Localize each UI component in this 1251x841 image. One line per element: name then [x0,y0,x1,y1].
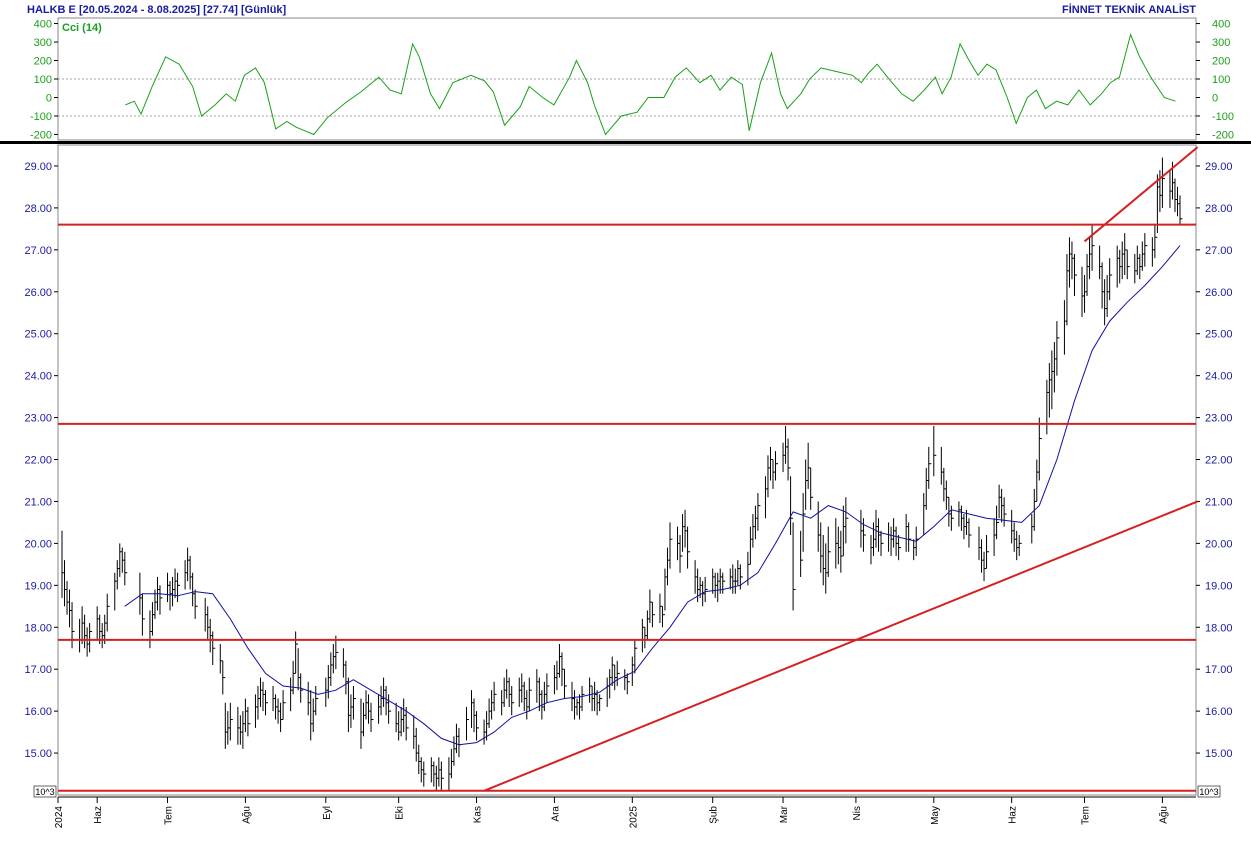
price-tick-label-left: 25.00 [24,329,52,341]
price-tick-label-left: 29.00 [24,161,52,173]
cci-tick-label-right: 100 [1212,74,1230,86]
price-tick-label-right: 17.00 [1205,664,1233,676]
cci-tick-label-right: 300 [1212,37,1230,49]
cci-tick-label-right: -200 [1212,129,1234,141]
date-tick-label: Nis [852,806,863,820]
price-tick-label-right: 21.00 [1205,496,1233,508]
date-tick-label: Şub [709,806,720,824]
price-tick-label-left: 20.00 [24,538,52,550]
date-tick-label: Tem [1081,806,1092,825]
price-tick-label-right: 24.00 [1205,371,1233,383]
price-tick-label-right: 27.00 [1205,245,1233,257]
cci-tick-label-right: 400 [1212,19,1230,31]
date-tick-label: Tem [164,806,175,825]
price-tick-label-right: 29.00 [1205,161,1233,173]
cci-tick-label-left: 400 [34,19,52,31]
date-tick-label: Kas [473,806,484,823]
date-tick-label: Haz [93,806,104,824]
date-tick-label: Ağu [1158,806,1169,824]
price-tick-label-left: 16.00 [24,706,52,718]
price-tick-label-right: 26.00 [1205,287,1233,299]
price-tick-label-left: 27.00 [24,245,52,257]
date-tick-label: 2025 [628,806,639,829]
chart-background [0,0,1251,841]
cci-indicator-label: Cci (14) [62,22,102,34]
cci-tick-label-left: -200 [30,129,52,141]
price-tick-label-left: 22.00 [24,455,52,467]
cci-tick-label-left: 300 [34,37,52,49]
price-tick-label-right: 23.00 [1205,413,1233,425]
price-tick-label-left: 18.00 [24,622,52,634]
date-tick-label: Eyl [322,806,333,820]
price-tick-label-left: 19.00 [24,580,52,592]
chart-header-right: FİNNET TEKNİK ANALİST [1062,3,1196,16]
cci-tick-label-right: 0 [1212,92,1218,104]
date-tick-label: Eki [395,806,406,820]
price-tick-label-right: 22.00 [1205,455,1233,467]
price-tick-label-left: 23.00 [24,413,52,425]
date-tick-label: Haz [1008,806,1019,824]
price-tick-label-left: 17.00 [24,664,52,676]
price-tick-label-left: 15.00 [24,748,52,760]
date-tick-label: 2024 [54,806,65,829]
scale-badge-left: 10^3 [33,785,57,798]
price-tick-label-right: 28.00 [1205,203,1233,215]
date-tick-label: Ağu [241,806,252,824]
chart-canvas: HALKB E [20.05.2024 - 8.08.2025] [27.74]… [0,0,1251,841]
price-tick-label-left: 26.00 [24,287,52,299]
cci-tick-label-right: -100 [1212,111,1234,123]
scale-badge-left-text: 10^3 [35,787,54,797]
price-tick-label-right: 16.00 [1205,706,1233,718]
date-tick-label: May [930,806,941,825]
panel-separator [0,141,1251,144]
cci-tick-label-left: 100 [34,74,52,86]
cci-tick-label-left: -100 [30,111,52,123]
cci-tick-label-left: 200 [34,56,52,68]
price-tick-label-right: 20.00 [1205,538,1233,550]
scale-badge-right: 10^3 [1197,785,1221,798]
price-tick-label-left: 21.00 [24,496,52,508]
price-tick-label-left: 28.00 [24,203,52,215]
cci-tick-label-right: 200 [1212,56,1230,68]
chart-header-left: HALKB E [20.05.2024 - 8.08.2025] [27.74]… [27,4,287,16]
scale-badge-right-text: 10^3 [1199,787,1218,797]
price-tick-label-right: 25.00 [1205,329,1233,341]
price-tick-label-right: 18.00 [1205,622,1233,634]
date-tick-label: Mar [779,805,790,823]
price-tick-label-left: 24.00 [24,371,52,383]
cci-tick-label-left: 0 [46,92,52,104]
price-tick-label-right: 19.00 [1205,580,1233,592]
date-tick-label: Ara [550,806,561,822]
price-tick-label-right: 15.00 [1205,748,1233,760]
